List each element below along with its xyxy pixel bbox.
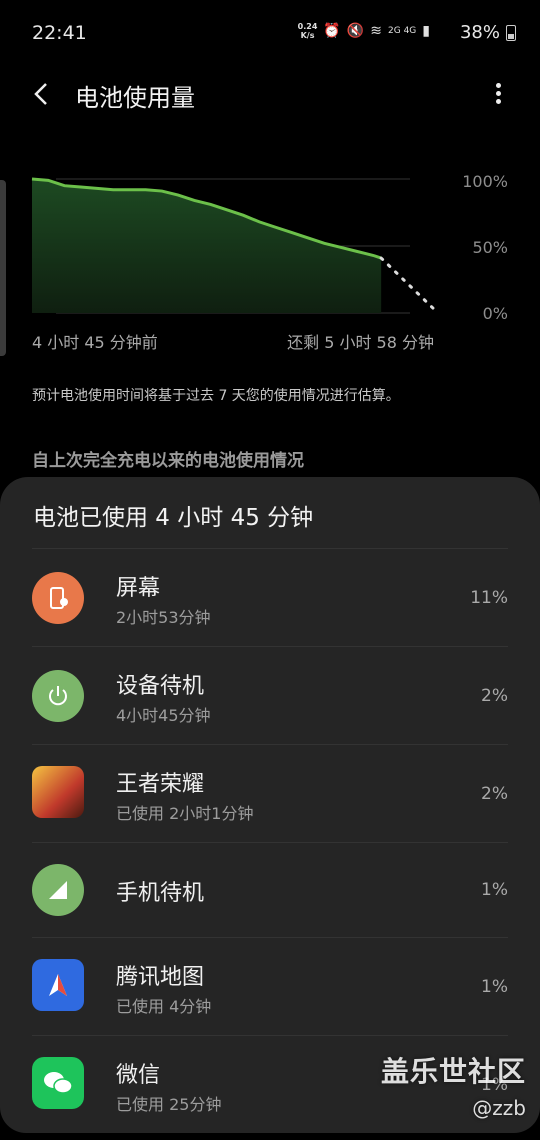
status-battery: 38% [460, 22, 516, 43]
app-usage-time: 已使用 25分钟 [116, 1095, 222, 1114]
row-divider [32, 937, 508, 938]
app-name: 手机待机 [116, 881, 205, 906]
network-type: 2G 4G [388, 26, 417, 36]
watermark: 盖乐世社区 @zzb [381, 1050, 526, 1120]
row-divider [32, 744, 508, 745]
back-button[interactable] [30, 78, 58, 110]
watermark-brand: 盖乐世社区 [380, 1055, 526, 1088]
y-tick-100: 100% [462, 172, 508, 191]
alarm-icon: ⏰ [323, 23, 341, 39]
estimate-note: 预计电池使用时间将基于过去 7 天您的使用情况进行估算。 [32, 388, 400, 404]
battery-usage-sheet: 电池已使用 4 小时 45 分钟 屏幕 2小时53分钟 11% 设备待机 4小时… [0, 477, 540, 1133]
battery-chart: 100% 50% 0% [0, 160, 540, 330]
more-dot-icon [495, 83, 501, 88]
x-axis-end-label: 还剩 5 小时 58 分钟 [287, 333, 434, 352]
app-usage-time: 4小时45分钟 [116, 706, 211, 725]
wifi-icon: ≋ [370, 23, 383, 39]
status-bar: 22:41 0.24 K/s ⏰ 🔇 ≋ 2G 4G ▮ 38% [0, 0, 540, 68]
row-divider [32, 646, 508, 647]
row-divider [32, 842, 508, 843]
power-standby-icon [32, 670, 84, 722]
app-name: 腾讯地图 [116, 965, 205, 990]
y-tick-0: 0% [482, 304, 508, 323]
app-percent: 11% [470, 588, 508, 608]
battery-chart-svg [31, 177, 440, 315]
app-name: 微信 [116, 1063, 161, 1088]
app-percent: 1% [481, 880, 508, 900]
back-arrow-icon [34, 83, 47, 105]
status-time: 22:41 [32, 22, 87, 44]
cell-signal-icon: ▮ [422, 23, 430, 39]
chat-icon [32, 1057, 84, 1109]
app-usage-time: 已使用 2小时1分钟 [116, 804, 254, 823]
app-percent: 1% [481, 977, 508, 997]
more-dot-icon [495, 99, 501, 104]
app-row-tencent-map[interactable]: 腾讯地图 已使用 4分钟 1% [0, 937, 540, 1035]
app-name: 王者荣耀 [116, 772, 205, 797]
app-row-screen[interactable]: 屏幕 2小时53分钟 11% [0, 548, 540, 646]
app-row-phone-standby[interactable]: 手机待机 1% [0, 842, 540, 940]
game-icon [32, 766, 84, 818]
status-icons: 0.24 K/s ⏰ 🔇 ≋ 2G 4G ▮ [298, 22, 430, 40]
app-percent: 2% [481, 686, 508, 706]
more-dot-icon [495, 91, 501, 96]
app-bar: 电池使用量 [0, 68, 540, 124]
mute-icon: 🔇 [346, 23, 365, 39]
row-divider [32, 548, 508, 549]
battery-percent: 38% [459, 22, 500, 43]
page-title: 电池使用量 [75, 84, 195, 112]
battery-level-area [32, 179, 382, 313]
network-speed: 0.24 K/s [297, 22, 318, 40]
app-usage-time: 已使用 4分钟 [116, 997, 212, 1016]
more-options-button[interactable] [486, 80, 510, 108]
battery-icon [506, 24, 516, 41]
y-tick-50: 50% [472, 238, 508, 257]
row-divider [32, 1035, 508, 1036]
battery-projection-line [379, 256, 440, 315]
app-usage-time: 2小时53分钟 [116, 608, 211, 627]
app-row-device-standby[interactable]: 设备待机 4小时45分钟 2% [0, 646, 540, 744]
sheet-title: 电池已使用 4 小时 45 分钟 [33, 505, 314, 531]
app-row-honor-of-kings[interactable]: 王者荣耀 已使用 2小时1分钟 2% [0, 744, 540, 842]
x-axis-start-label: 4 小时 45 分钟前 [32, 333, 158, 352]
app-percent: 2% [481, 784, 508, 804]
screen-icon [32, 572, 84, 624]
app-name: 设备待机 [116, 674, 205, 699]
app-name: 屏幕 [116, 576, 161, 601]
watermark-handle: @zzb [472, 1096, 526, 1120]
signal-icon [32, 864, 84, 916]
section-title: 自上次完全充电以来的电池使用情况 [32, 451, 304, 471]
map-icon [32, 959, 84, 1011]
